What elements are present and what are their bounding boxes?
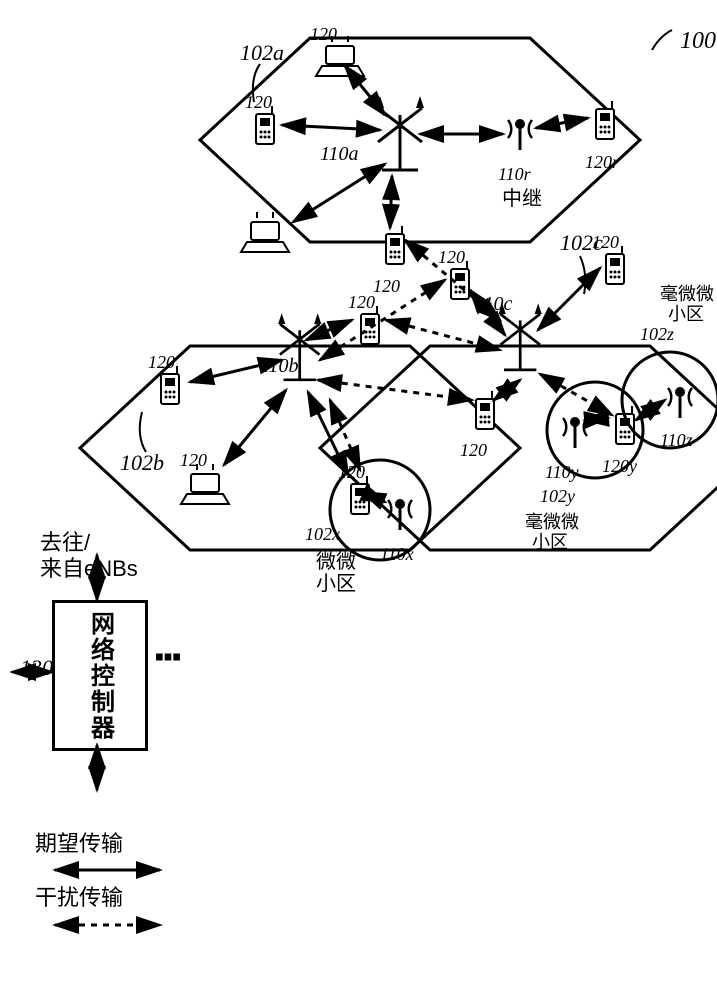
- label-102a: 102a: [240, 40, 284, 65]
- svg-text:120: 120: [438, 247, 465, 267]
- label-110x: 110x: [380, 544, 414, 564]
- network-controller-box: 网络控制器: [52, 600, 148, 751]
- label-102y: 102y: [540, 486, 575, 506]
- legend-desired: 期望传输: [35, 826, 123, 858]
- svg-text:120: 120: [592, 232, 619, 252]
- svg-text:⋯: ⋯: [155, 641, 181, 671]
- label-110b: 110b: [260, 355, 299, 377]
- laptop-icon: [181, 464, 229, 504]
- svg-text:小区: 小区: [316, 572, 356, 595]
- svg-text:小区: 小区: [668, 304, 704, 324]
- label-102b: 102b: [120, 450, 164, 475]
- relay-name: 中继: [502, 187, 542, 210]
- nc-arrows-caption: 去往/ 来自eNBs: [40, 530, 138, 583]
- femto-enb-y: [563, 417, 587, 448]
- label-120r: 120r: [585, 152, 620, 172]
- svg-text:毫微微: 毫微微: [660, 284, 714, 304]
- svg-text:120: 120: [460, 440, 487, 460]
- svg-text:120: 120: [245, 92, 272, 112]
- nc-reference: 130: [20, 655, 53, 681]
- label-110a: 110a: [320, 143, 359, 165]
- svg-text:120: 120: [310, 24, 337, 44]
- svg-text:120: 120: [148, 352, 175, 372]
- relay-enb: [508, 119, 532, 150]
- label-120y: 120y: [602, 456, 637, 476]
- pico-name: 微微: [316, 550, 356, 573]
- enb-110a: [376, 96, 424, 170]
- laptop-icon: [241, 212, 289, 252]
- label-110r: 110r: [498, 164, 532, 184]
- legend-interference: 干扰传输: [35, 880, 123, 912]
- label-102x: 102x: [305, 524, 340, 544]
- femto-enb-z: [668, 387, 692, 418]
- svg-text:120: 120: [373, 276, 400, 296]
- ue-icon: [476, 391, 494, 429]
- svg-text:120: 120: [348, 292, 375, 312]
- svg-text:小区: 小区: [532, 532, 568, 552]
- figure-id: 100: [680, 28, 716, 54]
- svg-text:120: 120: [180, 450, 207, 470]
- ue-icon: [616, 406, 634, 444]
- label-102z: 102z: [640, 324, 674, 344]
- label-110y: 110y: [545, 462, 579, 482]
- label-110z: 110z: [660, 430, 693, 450]
- svg-text:毫微微: 毫微微: [525, 512, 579, 532]
- network-controller-label: 网络控制器: [83, 611, 118, 741]
- ue-icon: [386, 226, 404, 264]
